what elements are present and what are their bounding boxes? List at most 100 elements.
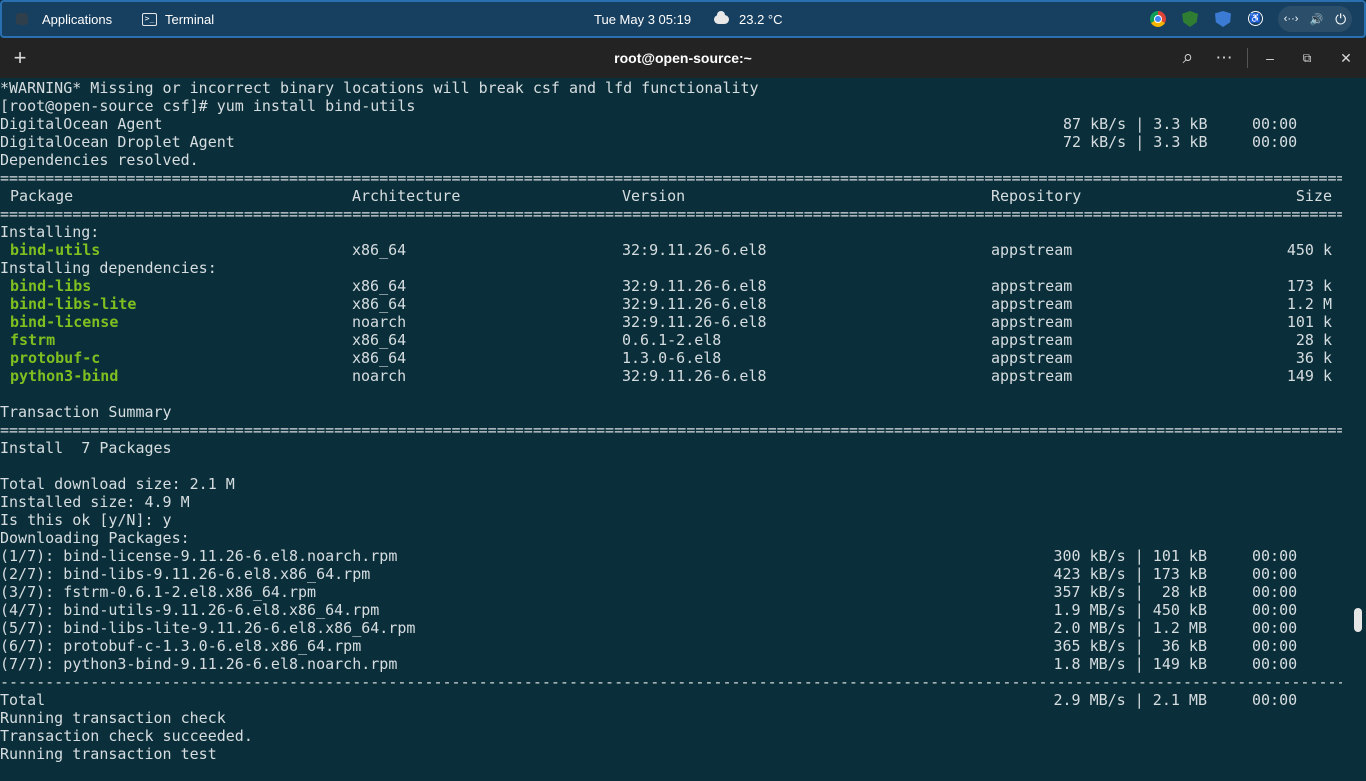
weather-widget[interactable]: 23.2 °C (714, 2, 783, 36)
download-time: 00:00 (1252, 619, 1298, 637)
installing-label: Installing: (0, 223, 100, 241)
pkg-arch: noarch (352, 367, 407, 385)
pkg-name: python3-bind (10, 367, 119, 385)
maximize-button[interactable]: ⧉ (1294, 38, 1320, 78)
rule-double: ========================================… (0, 421, 1342, 439)
cloud-icon (714, 10, 729, 24)
pkg-name: protobuf-c (10, 349, 101, 367)
download-rate: 423 kB/s | 173 kB (1053, 565, 1207, 583)
pkg-repo: appstream (991, 349, 1073, 367)
download-file: (4/7): bind-utils-9.11.26-6.el8.x86_64.r… (0, 601, 380, 619)
header-size: Size (1295, 187, 1332, 205)
command-prompt: [root@open-source csf]# yum install bind… (0, 97, 416, 115)
rule-single: ----------------------------------------… (0, 673, 1342, 691)
repo-time: 00:00 (1252, 115, 1298, 133)
download-file: (7/7): python3-bind-9.11.26-6.el8.noarch… (0, 655, 398, 673)
repo-name: DigitalOcean Agent (0, 115, 163, 133)
pkg-arch: x86_64 (352, 349, 407, 367)
download-rate: 357 kB/s | 28 kB (1053, 583, 1207, 601)
repo-rate: 72 kB/s | 3.3 kB (1063, 133, 1208, 151)
repo-line: DigitalOcean Droplet Agent 72 kB/s | 3.3… (0, 133, 1366, 151)
install-count: Install 7 Packages (0, 439, 172, 457)
pkg-repo: appstream (991, 313, 1073, 331)
download-row: (3/7): fstrm-0.6.1-2.el8.x86_64.rpm 357 … (0, 583, 1366, 601)
header-repo: Repository (991, 187, 1082, 205)
download-file: (3/7): fstrm-0.6.1-2.el8.x86_64.rpm (0, 583, 317, 601)
bitwarden-icon[interactable] (1215, 11, 1231, 27)
clock[interactable]: Tue May 3 05:19 (594, 2, 691, 36)
warning-line: *WARNING* Missing or incorrect binary lo… (0, 79, 759, 97)
close-button[interactable]: ✕ (1332, 38, 1360, 78)
header-arch: Architecture (352, 187, 461, 205)
summary-label: Transaction Summary (0, 403, 172, 421)
terminal-titlebar: root@open-source:~ + ⌕ ⋯ – ⧉ ✕ (0, 38, 1366, 79)
pkg-name: bind-utils (10, 241, 101, 259)
status-line: Transaction check succeeded. (0, 727, 253, 745)
download-rate: 365 kB/s | 36 kB (1053, 637, 1207, 655)
download-time: 00:00 (1252, 583, 1298, 601)
pkg-size: 1.2 M (1286, 295, 1332, 313)
deps-label: Installing dependencies: (0, 259, 217, 277)
pkg-version: 32:9.11.26-6.el8 (622, 241, 767, 259)
downloading-label: Downloading Packages: (0, 529, 190, 547)
active-app-terminal[interactable]: >_ Terminal (142, 2, 214, 36)
search-button[interactable]: ⌕ (1174, 38, 1202, 78)
new-tab-button[interactable]: + (6, 38, 34, 78)
table-row: bind-libs x86_64 32:9.11.26-6.el8 appstr… (0, 277, 1366, 295)
pkg-version: 32:9.11.26-6.el8 (622, 277, 767, 295)
download-rate: 2.0 MB/s | 1.2 MB (1053, 619, 1207, 637)
pkg-version: 1.3.0-6.el8 (622, 349, 722, 367)
top-panel: Applications >_ Terminal Tue May 3 05:19… (0, 0, 1366, 38)
installed-size: Installed size: 4.9 M (0, 493, 190, 511)
repo-line: DigitalOcean Agent 87 kB/s | 3.3 kB 00:0… (0, 115, 1366, 133)
pkg-size: 101 k (1286, 313, 1332, 331)
download-row: (7/7): python3-bind-9.11.26-6.el8.noarch… (0, 655, 1366, 673)
titlebar-separator (1247, 48, 1248, 68)
table-row: bind-libs-lite x86_64 32:9.11.26-6.el8 a… (0, 295, 1366, 313)
download-row: (4/7): bind-utils-9.11.26-6.el8.x86_64.r… (0, 601, 1366, 619)
pkg-name: bind-license (10, 313, 119, 331)
pkg-repo: appstream (991, 241, 1073, 259)
header-package: Package (10, 187, 74, 205)
repo-name: DigitalOcean Droplet Agent (0, 133, 235, 151)
pkg-repo: appstream (991, 367, 1073, 385)
system-menu[interactable]: ‹··› 🔊 ⏻ (1278, 6, 1352, 32)
download-file: (1/7): bind-license-9.11.26-6.el8.noarch… (0, 547, 398, 565)
menu-button[interactable]: ⋯ (1210, 38, 1238, 78)
table-row: bind-utils x86_64 32:9.11.26-6.el8 appst… (0, 241, 1366, 259)
pkg-repo: appstream (991, 277, 1073, 295)
power-icon: ⏻ (1335, 10, 1347, 27)
total-row: Total 2.9 MB/s | 2.1 MB 00:00 (0, 691, 1366, 709)
status-line: Running transaction check (0, 709, 226, 727)
download-time: 00:00 (1252, 655, 1298, 673)
download-rate: 1.9 MB/s | 450 kB (1053, 601, 1207, 619)
shield-icon[interactable] (1182, 11, 1198, 27)
pkg-size: 450 k (1286, 241, 1332, 259)
download-row: (2/7): bind-libs-9.11.26-6.el8.x86_64.rp… (0, 565, 1366, 583)
table-row: bind-license noarch 32:9.11.26-6.el8 app… (0, 313, 1366, 331)
total-rate: 2.9 MB/s | 2.1 MB (1053, 691, 1207, 709)
pkg-version: 32:9.11.26-6.el8 (622, 313, 767, 331)
table-row: protobuf-c x86_64 1.3.0-6.el8 appstream … (0, 349, 1366, 367)
rule-double: ========================================… (0, 169, 1342, 187)
download-row: (6/7): protobuf-c-1.3.0-6.el8.x86_64.rpm… (0, 637, 1366, 655)
header-version: Version (622, 187, 686, 205)
download-file: (5/7): bind-libs-lite-9.11.26-6.el8.x86_… (0, 619, 416, 637)
pkg-version: 32:9.11.26-6.el8 (622, 295, 767, 313)
applications-menu[interactable]: Applications (16, 2, 112, 36)
terminal-output[interactable]: *WARNING* Missing or incorrect binary lo… (0, 78, 1366, 768)
pkg-size: 173 k (1286, 277, 1332, 295)
volume-icon: 🔊 (1309, 13, 1324, 26)
minimize-button[interactable]: – (1256, 38, 1284, 78)
clock-label: Tue May 3 05:19 (594, 11, 692, 27)
pkg-arch: x86_64 (352, 331, 407, 349)
accessibility-icon[interactable]: ♿ (1248, 11, 1263, 26)
download-row: (5/7): bind-libs-lite-9.11.26-6.el8.x86_… (0, 619, 1366, 637)
window-title: root@open-source:~ (614, 50, 752, 66)
pkg-size: 149 k (1286, 367, 1332, 385)
pkg-arch: x86_64 (352, 295, 407, 313)
scrollbar-thumb[interactable] (1354, 608, 1362, 632)
pkg-name: bind-libs-lite (10, 295, 137, 313)
chrome-icon[interactable] (1150, 11, 1166, 27)
network-icon: ‹··› (1283, 13, 1299, 25)
